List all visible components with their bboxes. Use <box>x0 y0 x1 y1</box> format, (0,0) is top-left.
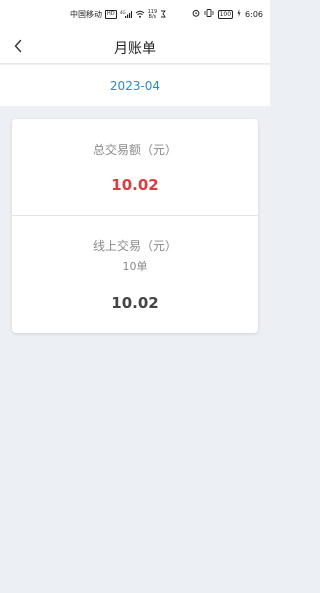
page-title: 月账单 <box>114 41 156 57</box>
month-bar: 2023-04 <box>0 65 270 106</box>
signal-icon: 4G <box>120 10 132 20</box>
status-right: 100 6:06 <box>192 9 263 19</box>
online-amount: 10.02 <box>111 294 159 312</box>
vibrate-icon <box>204 9 214 19</box>
status-bar: 中国移动 HD 4G 119 B/s 100 6:06 <box>0 0 270 30</box>
status-left: 中国移动 HD 4G 119 B/s <box>70 9 167 20</box>
clock: 6:06 <box>245 9 263 19</box>
total-label: 总交易额（元） <box>92 143 177 157</box>
alarm-icon <box>192 9 200 19</box>
network-speed: 119 B/s <box>148 9 158 20</box>
hd-icon: HD <box>105 10 117 19</box>
battery-icon: 100 <box>217 9 234 19</box>
online-count: 10单 <box>122 260 148 273</box>
network-type: 4G <box>120 10 126 15</box>
charging-icon <box>237 9 241 19</box>
nav-bar: 月账单 <box>0 30 270 64</box>
network-speed-unit: B/s <box>148 13 157 20</box>
online-section: 线上交易（元） 10单 10.02 <box>12 216 258 333</box>
notification-icon <box>160 10 167 20</box>
battery-level: 100 <box>219 10 232 18</box>
online-label: 线上交易（元） <box>92 239 177 253</box>
total-amount: 10.02 <box>111 176 159 194</box>
total-section: 总交易额（元） 10.02 <box>12 119 258 215</box>
summary-card: 总交易额（元） 10.02 线上交易（元） 10单 10.02 <box>12 119 258 333</box>
carrier-name: 中国移动 <box>70 10 102 19</box>
month-selector[interactable]: 2023-04 <box>0 79 270 93</box>
wifi-icon <box>135 10 145 20</box>
